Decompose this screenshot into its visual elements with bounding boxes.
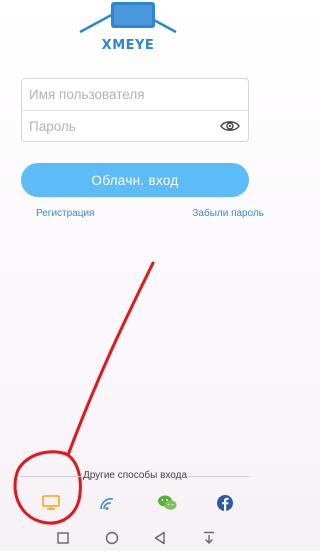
- logo-text: XMEYE: [101, 38, 155, 53]
- eye-icon[interactable]: [220, 118, 240, 134]
- facebook-icon[interactable]: [214, 494, 236, 512]
- system-navigation-bar: [0, 526, 270, 551]
- login-form: [21, 78, 249, 142]
- recent-apps-icon[interactable]: [55, 530, 71, 546]
- monitor-icon[interactable]: [40, 494, 62, 512]
- separator-right: [188, 476, 250, 477]
- username-input[interactable]: [22, 79, 248, 110]
- register-link[interactable]: Регистрация: [36, 208, 94, 219]
- forgot-password-link[interactable]: Забыли пароль: [192, 208, 264, 219]
- cloud-login-button[interactable]: Облачн. вход: [21, 163, 249, 197]
- wifi-icon[interactable]: [96, 494, 118, 512]
- other-login-header: Другие способы входа: [0, 468, 270, 486]
- notifications-pull-down-icon[interactable]: [201, 530, 217, 546]
- wechat-icon[interactable]: [156, 494, 178, 512]
- house-logo-icon: [79, 2, 177, 34]
- home-icon[interactable]: [104, 530, 120, 546]
- back-icon[interactable]: [152, 530, 168, 546]
- app-logo: XMEYE: [78, 0, 178, 66]
- password-input[interactable]: [22, 111, 248, 142]
